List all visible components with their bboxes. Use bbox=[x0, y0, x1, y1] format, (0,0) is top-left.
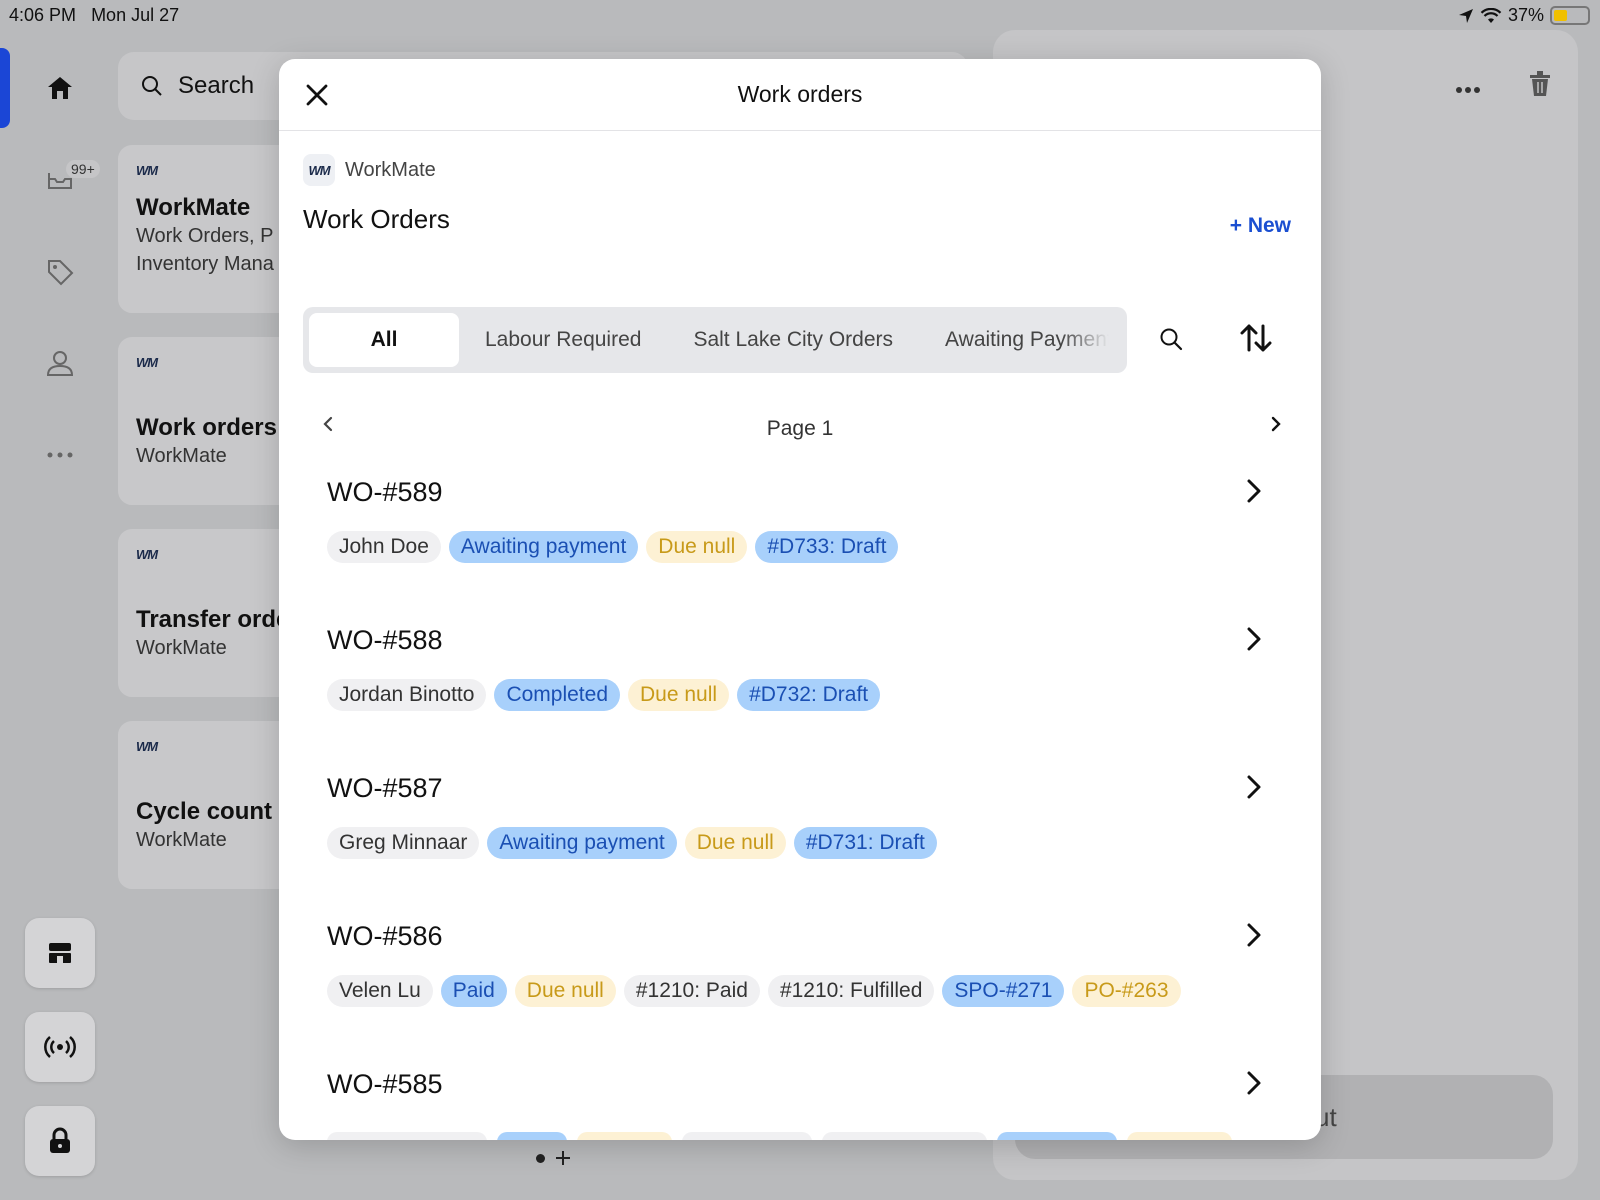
work-order-id: WO-#587 bbox=[327, 773, 443, 803]
status-tag: Due null bbox=[628, 679, 730, 711]
work-order-row[interactable]: WO-#585 bbox=[327, 1061, 1281, 1140]
page-indicator bbox=[536, 1150, 571, 1166]
trash-icon[interactable] bbox=[1528, 70, 1552, 103]
tag-row: Jordan Binotto Completed Due null #D732: Dr… bbox=[327, 679, 881, 711]
status-bar: 4:06 PM Mon Jul 27 37% bbox=[0, 0, 1600, 30]
status-date: Mon Jul 27 bbox=[91, 5, 180, 25]
broadcast-icon bbox=[44, 1036, 76, 1058]
work-orders-modal: Work orders WM WorkMate Work Orders + Ne… bbox=[279, 59, 1321, 1140]
work-order-id: WO-#588 bbox=[327, 625, 443, 655]
status-tag: Paid bbox=[440, 975, 507, 1007]
app-name: WorkMate bbox=[345, 158, 436, 181]
sort-icon[interactable] bbox=[1239, 322, 1273, 359]
status-indicators: 37% bbox=[1458, 5, 1590, 26]
work-order-row[interactable]: WO-#587 Greg Minnaar Awaiting payment Due n… bbox=[327, 765, 1281, 913]
status-tag: John Doe bbox=[327, 531, 441, 563]
location-icon bbox=[1458, 8, 1473, 23]
workmate-logo-text: WM bbox=[308, 162, 330, 178]
status-tag: Velen Lu bbox=[327, 975, 433, 1007]
battery-percent: 37% bbox=[1507, 5, 1544, 25]
next-page-button[interactable] bbox=[1269, 413, 1283, 440]
chevron-right-icon[interactable] bbox=[1245, 773, 1263, 806]
add-page-icon bbox=[556, 1151, 570, 1165]
work-order-id: WO-#586 bbox=[327, 921, 443, 951]
status-tag: Awaiting payment bbox=[448, 531, 639, 563]
work-order-id: WO-#585 bbox=[327, 1069, 443, 1099]
truncated-tag bbox=[682, 1132, 812, 1140]
page-dot bbox=[536, 1153, 545, 1163]
status-tag: #D731: Draft bbox=[793, 827, 937, 859]
truncated-tag bbox=[822, 1132, 987, 1140]
truncated-tag bbox=[577, 1132, 672, 1140]
inbox-badge: 99+ bbox=[66, 160, 100, 178]
tab-all[interactable]: All bbox=[309, 313, 459, 367]
search-icon[interactable] bbox=[1159, 327, 1183, 356]
chevron-right-icon bbox=[1271, 416, 1281, 432]
truncated-tag bbox=[327, 1132, 487, 1140]
battery-fill bbox=[1554, 10, 1567, 21]
status-time: 4:06 PM Mon Jul 27 bbox=[9, 5, 179, 26]
tab-awaiting-payment[interactable]: Awaiting Payment bbox=[919, 313, 1113, 367]
tab-labour-required[interactable]: Labour Required bbox=[459, 313, 667, 367]
status-tag: #D732: Draft bbox=[737, 679, 881, 711]
app-identity: WM WorkMate bbox=[303, 154, 436, 186]
status-tag: #D733: Draft bbox=[755, 531, 899, 563]
status-tag: Jordan Binotto bbox=[327, 679, 487, 711]
wifi-icon bbox=[1480, 7, 1502, 23]
chevron-right-icon[interactable] bbox=[1245, 625, 1263, 658]
page-label: Page 1 bbox=[766, 417, 834, 440]
search-icon bbox=[142, 76, 162, 96]
new-work-order-button[interactable]: + New bbox=[1230, 214, 1291, 238]
page-title: Work Orders bbox=[303, 204, 450, 234]
modal-header: Work orders bbox=[279, 59, 1321, 131]
store-icon bbox=[49, 943, 71, 963]
more-options-icon[interactable] bbox=[1455, 70, 1481, 101]
truncated-tag bbox=[997, 1132, 1117, 1140]
tab-salt-lake-city-orders[interactable]: Salt Lake City Orders bbox=[667, 313, 919, 367]
battery-icon bbox=[1550, 6, 1590, 25]
store-button[interactable] bbox=[25, 918, 95, 988]
lock-button[interactable] bbox=[25, 1106, 95, 1176]
status-tag: Awaiting payment bbox=[487, 827, 677, 859]
chevron-right-icon[interactable] bbox=[1245, 477, 1263, 510]
more-icon[interactable] bbox=[40, 435, 80, 475]
truncated-tag bbox=[1127, 1132, 1232, 1140]
work-order-row[interactable]: WO-#589 John Doe Awaiting payment Due null #… bbox=[327, 469, 1281, 617]
workmate-logo: WM bbox=[303, 154, 335, 186]
work-order-id: WO-#589 bbox=[327, 477, 443, 507]
user-icon[interactable] bbox=[40, 343, 80, 383]
status-tag: #1210: Paid bbox=[623, 975, 760, 1007]
status-tag: PO-#263 bbox=[1072, 975, 1181, 1007]
tag-row: Greg Minnaar Awaiting payment Due null #D73… bbox=[327, 827, 937, 859]
status-tag: Due null bbox=[514, 975, 616, 1007]
work-order-row[interactable]: WO-#588 Jordan Binotto Completed Due null #D… bbox=[327, 617, 1281, 765]
tag-row: Velen Lu Paid Due null #1210: Paid #1210: Fu… bbox=[327, 975, 1181, 1007]
status-tag: Greg Minnaar bbox=[327, 827, 480, 859]
tag-icon[interactable] bbox=[40, 252, 80, 292]
status-tag: Completed bbox=[494, 679, 620, 711]
tag-row: John Doe Awaiting payment Due null #D733: D… bbox=[327, 531, 899, 563]
chevron-right-icon[interactable] bbox=[1245, 921, 1263, 954]
home-icon[interactable] bbox=[40, 68, 80, 108]
status-tag: SPO-#271 bbox=[942, 975, 1065, 1007]
work-order-row[interactable]: WO-#586 Velen Lu Paid Due null #1210: Paid #1… bbox=[327, 913, 1281, 1061]
status-clock: 4:06 PM bbox=[9, 5, 77, 25]
broadcast-button[interactable] bbox=[25, 1012, 95, 1082]
lock-icon bbox=[50, 1127, 70, 1153]
status-tag: Due null bbox=[684, 827, 786, 859]
status-tag: #1210: Fulfilled bbox=[767, 975, 935, 1007]
modal-title: Work orders bbox=[737, 81, 863, 107]
search-label: Search bbox=[178, 72, 255, 99]
chevron-right-icon[interactable] bbox=[1245, 1069, 1263, 1102]
truncated-tag bbox=[497, 1132, 567, 1140]
status-tag: Due null bbox=[646, 531, 748, 563]
sidebar-active-indicator bbox=[0, 48, 10, 128]
truncated-tag-row bbox=[327, 1132, 1232, 1140]
filter-tabs: All Labour Required Salt Lake City Order… bbox=[303, 307, 1127, 373]
pagination: Page 1 bbox=[303, 409, 1297, 449]
